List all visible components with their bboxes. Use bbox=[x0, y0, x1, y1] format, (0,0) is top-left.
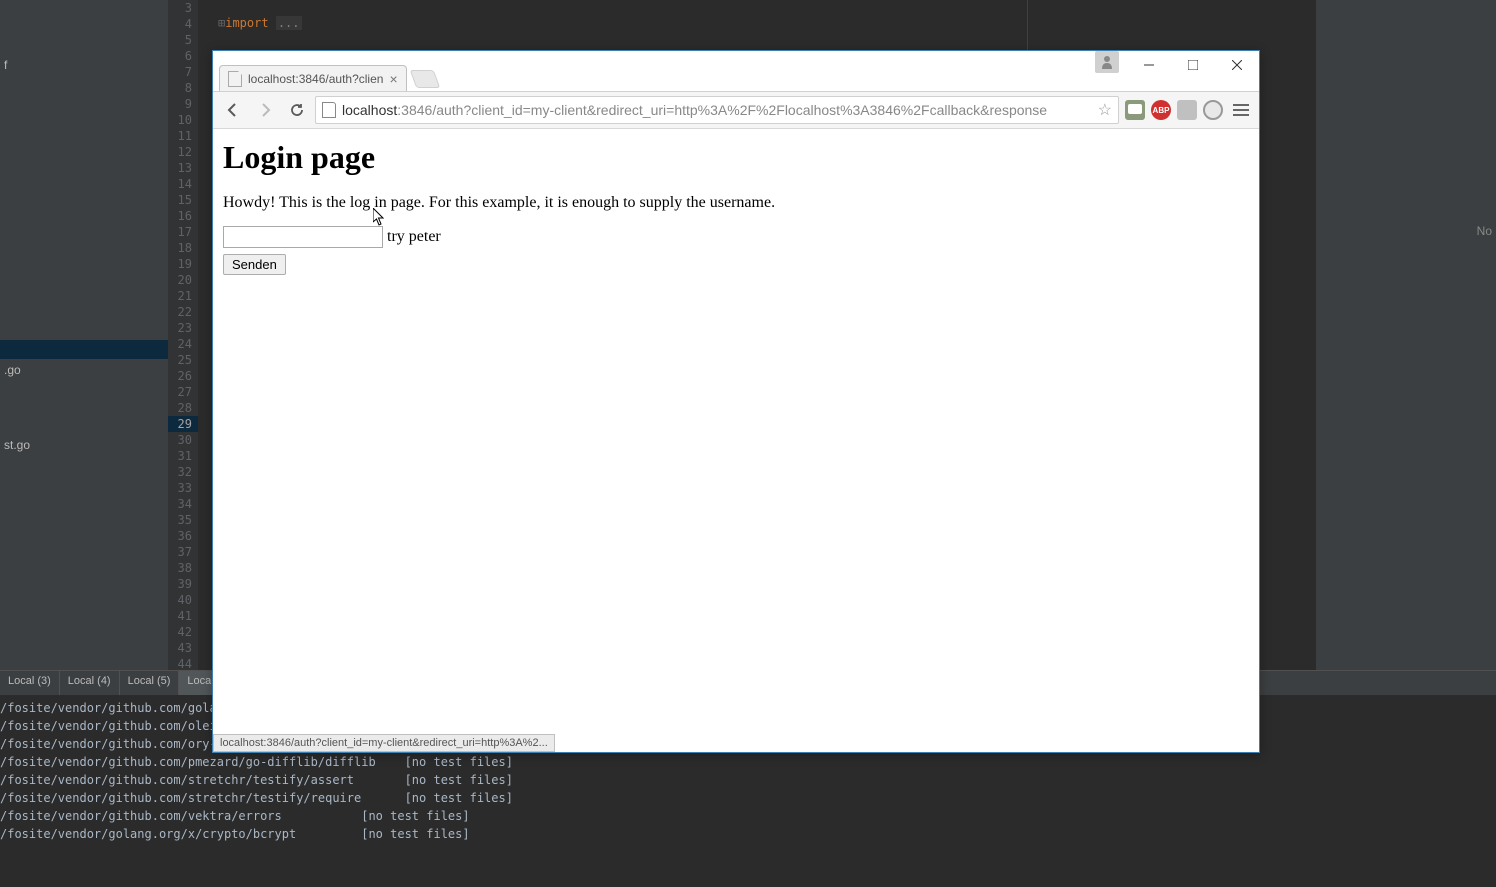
ide-right-panel: No bbox=[1316, 0, 1496, 670]
page-content: Login page Howdy! This is the log in pag… bbox=[213, 129, 1259, 752]
fold-marker[interactable]: ... bbox=[276, 16, 302, 30]
intro-text: Howdy! This is the log in page. For this… bbox=[223, 194, 1249, 212]
file-icon bbox=[322, 102, 336, 118]
tab-title: localhost:3846/auth?clien bbox=[248, 72, 383, 86]
tree-item[interactable]: st.go bbox=[0, 436, 168, 455]
browser-tab[interactable]: localhost:3846/auth?clien × bbox=[219, 65, 407, 91]
bookmark-star-icon[interactable]: ☆ bbox=[1098, 100, 1112, 120]
extension-icon[interactable] bbox=[1177, 100, 1197, 120]
tree-item[interactable]: f bbox=[0, 56, 168, 75]
keyword-import: import bbox=[225, 16, 268, 30]
profile-icon[interactable] bbox=[1095, 51, 1119, 73]
ide-project-tree: f .go st.go bbox=[0, 0, 168, 670]
hamburger-menu-icon[interactable] bbox=[1229, 104, 1253, 116]
file-icon bbox=[228, 71, 242, 87]
minimize-button[interactable] bbox=[1127, 51, 1171, 79]
address-bar[interactable]: localhost:3846/auth?client_id=my-client&… bbox=[315, 96, 1119, 124]
close-button[interactable] bbox=[1215, 51, 1259, 79]
right-panel-text: No bbox=[1477, 224, 1492, 238]
bottom-tab[interactable]: Local (5) bbox=[120, 671, 180, 695]
extension-icon[interactable] bbox=[1203, 100, 1223, 120]
extension-icons: ABP bbox=[1123, 100, 1225, 120]
reload-button[interactable] bbox=[283, 96, 311, 124]
bottom-tab[interactable]: Local (3) bbox=[0, 671, 60, 695]
browser-window: localhost:3846/auth?clien × localhost:38… bbox=[212, 50, 1260, 753]
browser-titlebar[interactable] bbox=[213, 51, 1259, 63]
adblock-icon[interactable]: ABP bbox=[1151, 100, 1171, 120]
submit-button[interactable]: Senden bbox=[223, 254, 286, 275]
forward-button bbox=[251, 96, 279, 124]
new-tab-button[interactable] bbox=[409, 70, 440, 88]
tree-item[interactable]: .go bbox=[0, 361, 168, 380]
status-bar-tooltip: localhost:3846/auth?client_id=my-client&… bbox=[213, 734, 555, 752]
extension-icon[interactable] bbox=[1125, 100, 1145, 120]
tree-item-selected[interactable] bbox=[0, 340, 168, 359]
back-button[interactable] bbox=[219, 96, 247, 124]
ide-line-gutter: 3456789101112131415161718192021222324252… bbox=[168, 0, 198, 670]
hint-text: try peter bbox=[387, 228, 441, 246]
maximize-button[interactable] bbox=[1171, 51, 1215, 79]
close-tab-icon[interactable]: × bbox=[389, 71, 397, 87]
page-title: Login page bbox=[223, 139, 1249, 176]
bottom-tab[interactable]: Local (4) bbox=[60, 671, 120, 695]
username-input[interactable] bbox=[223, 226, 383, 248]
browser-toolbar: localhost:3846/auth?client_id=my-client&… bbox=[213, 91, 1259, 129]
url-text: localhost:3846/auth?client_id=my-client&… bbox=[342, 102, 1047, 118]
